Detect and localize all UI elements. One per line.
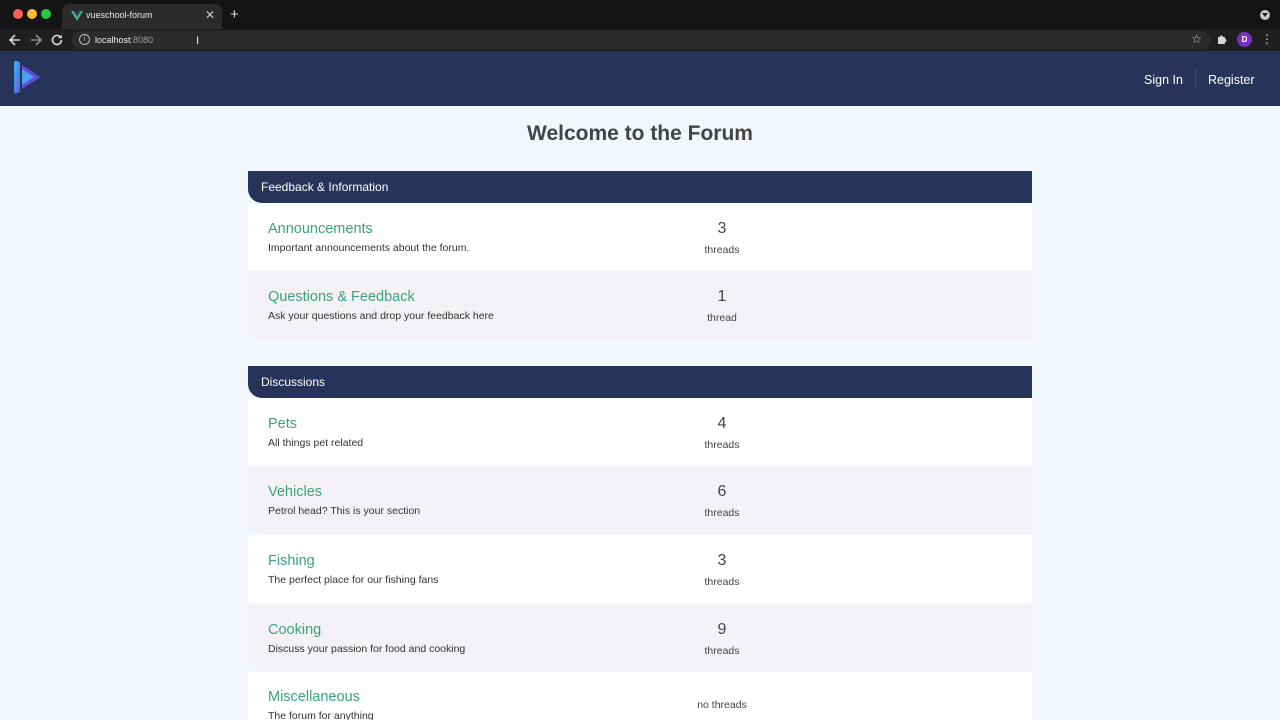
forum-description: Important announcements about the forum. — [268, 242, 470, 254]
forum-link[interactable]: Cooking — [268, 622, 321, 638]
forum-link[interactable]: Vehicles — [268, 484, 322, 500]
text-cursor-icon: I — [196, 35, 200, 47]
nav-divider — [1195, 69, 1196, 89]
window-minimize-button[interactable] — [27, 9, 37, 19]
window-zoom-button[interactable] — [41, 9, 51, 19]
url-text: localhost:8080 — [95, 35, 153, 45]
thread-label: threads — [704, 439, 740, 451]
profile-avatar[interactable]: D — [1237, 32, 1252, 47]
browser-tab[interactable]: vueschool-forum ✕ — [62, 4, 222, 29]
vueschool-logo-icon[interactable] — [12, 59, 44, 95]
thread-label: threads — [704, 576, 740, 588]
forum-link[interactable]: Pets — [268, 416, 297, 432]
address-bar[interactable]: i localhost:8080 ☆ — [72, 31, 1210, 49]
forward-arrow-icon[interactable] — [28, 32, 44, 48]
thread-count: 3 — [717, 220, 727, 237]
category-header-discussions[interactable]: Discussions — [248, 366, 1032, 398]
reload-icon[interactable] — [49, 32, 65, 48]
bookmark-star-icon[interactable]: ☆ — [1191, 32, 1202, 46]
thread-label: threads — [704, 244, 740, 256]
forum-link[interactable]: Miscellaneous — [268, 689, 360, 705]
vue-favicon-icon — [71, 11, 83, 21]
forum-row-vehicles: Vehicles Petrol head? This is your secti… — [248, 466, 1032, 534]
new-tab-icon[interactable]: + — [230, 6, 239, 23]
forum-row-questions-feedback: Questions & Feedback Ask your questions … — [248, 271, 1032, 339]
extensions-puzzle-icon[interactable] — [1216, 33, 1228, 45]
forum-row-miscellaneous: Miscellaneous The forum for anything no … — [248, 672, 1032, 720]
app-header: Sign In Register — [0, 51, 1280, 106]
forum-description: All things pet related — [268, 437, 364, 449]
tab-strip: vueschool-forum ✕ + — [0, 0, 1280, 29]
thread-label: thread — [707, 312, 737, 324]
thread-count: 4 — [717, 415, 727, 432]
forum-link[interactable]: Fishing — [268, 553, 315, 569]
forum-description: The forum for anything — [268, 710, 374, 720]
page-title: Welcome to the Forum — [527, 122, 753, 145]
forum-row-fishing: Fishing The perfect place for our fishin… — [248, 535, 1032, 603]
category-header-feedback[interactable]: Feedback & Information — [248, 171, 1032, 203]
window-close-button[interactable] — [13, 9, 23, 19]
browser-chrome: vueschool-forum ✕ + i localhost:8080 ☆ I… — [0, 0, 1280, 51]
sign-in-link[interactable]: Sign In — [1144, 73, 1183, 87]
url-port: :8080 — [130, 35, 154, 45]
forum-row-pets: Pets All things pet related 4 threads — [248, 398, 1032, 466]
back-arrow-icon[interactable] — [7, 32, 23, 48]
thread-count: 9 — [717, 621, 727, 638]
register-link[interactable]: Register — [1208, 73, 1255, 87]
forum-link[interactable]: Announcements — [268, 221, 373, 237]
forum-description: The perfect place for our fishing fans — [268, 574, 439, 586]
forum-description: Ask your questions and drop your feedbac… — [268, 310, 494, 322]
forum-description: Petrol head? This is your section — [268, 505, 421, 517]
thread-label: no threads — [697, 699, 747, 711]
thread-count: 6 — [717, 483, 727, 500]
forum-row-announcements: Announcements Important announcements ab… — [248, 203, 1032, 271]
thread-label: threads — [704, 507, 740, 519]
thread-count: 3 — [717, 552, 727, 569]
tab-title: vueschool-forum — [86, 10, 153, 20]
site-info-icon[interactable]: i — [79, 34, 90, 45]
forum-description: Discuss your passion for food and cookin… — [268, 643, 466, 655]
forum-row-cooking: Cooking Discuss your passion for food an… — [248, 604, 1032, 672]
tab-close-icon[interactable]: ✕ — [205, 8, 215, 22]
browser-menu-icon[interactable]: ⋮ — [1261, 31, 1273, 47]
tab-search-icon[interactable] — [1260, 10, 1270, 20]
url-host: localhost — [95, 35, 131, 45]
thread-count: 1 — [717, 288, 727, 305]
forum-link[interactable]: Questions & Feedback — [268, 289, 415, 305]
thread-label: threads — [704, 645, 740, 657]
